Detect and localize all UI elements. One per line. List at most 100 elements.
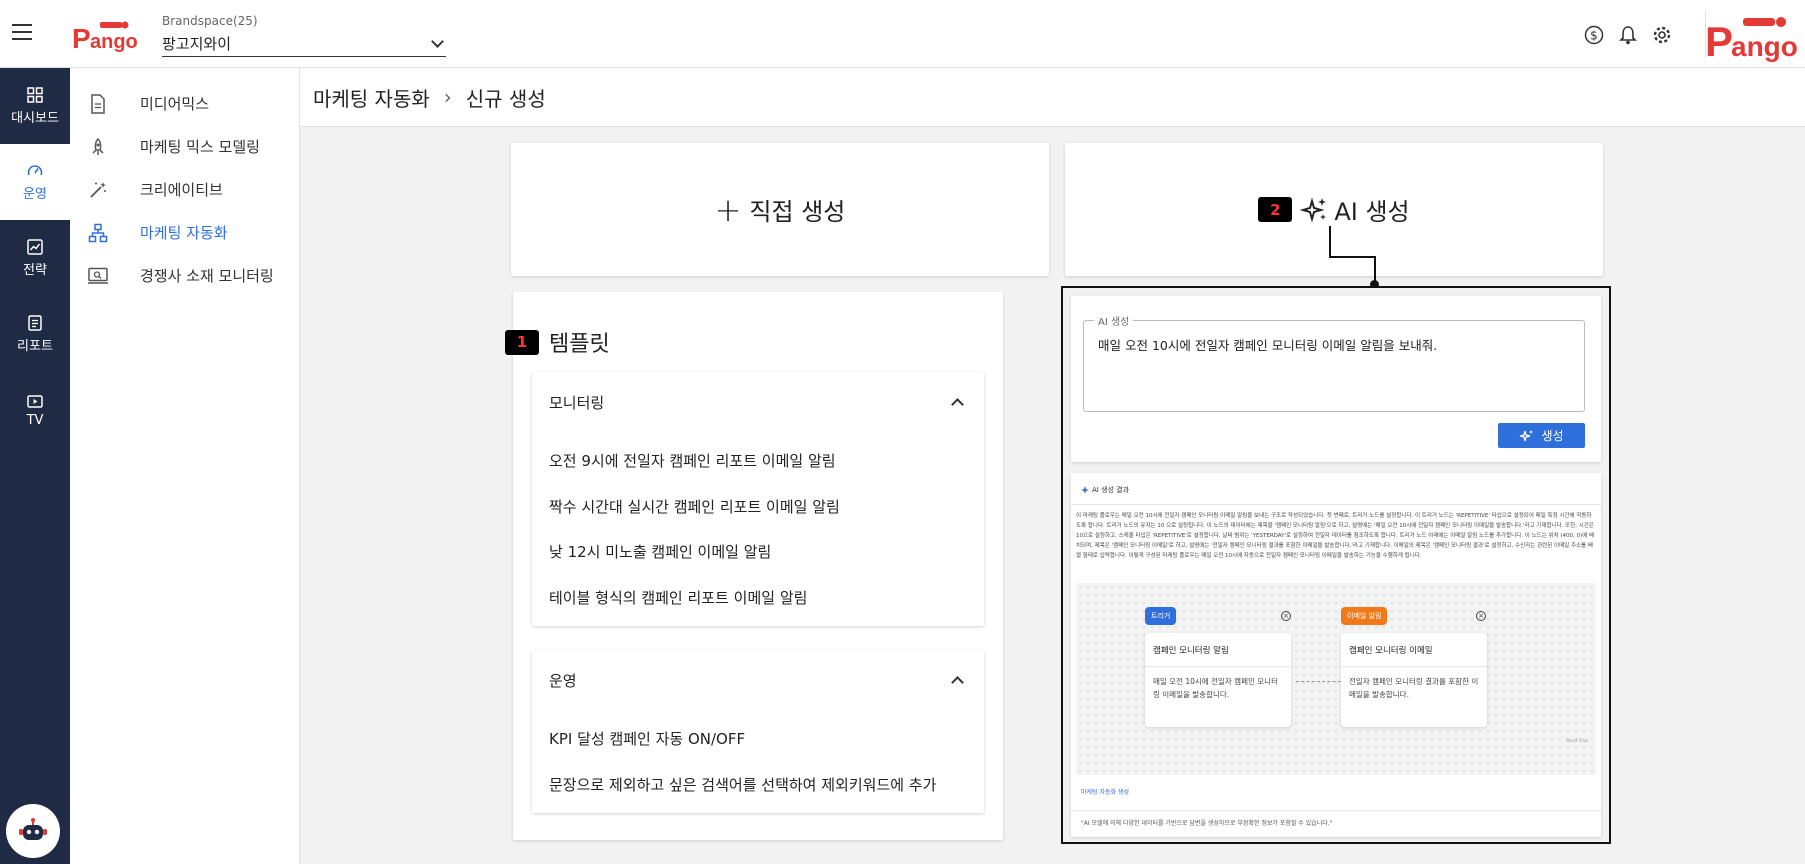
template-item[interactable]: 테이블 형식의 캠페인 리포트 이메일 알림 — [532, 575, 984, 621]
rail-label: 운영 — [23, 186, 47, 202]
template-section-monitoring: 모니터링 오전 9시에 전일자 캠페인 리포트 이메일 알림 짝수 시간대 실시… — [532, 372, 984, 626]
template-item[interactable]: 오전 9시에 전일자 캠페인 리포트 이메일 알림 — [532, 438, 984, 484]
brandspace-value: 팡고지와이 — [162, 35, 232, 53]
node-description: 전일자 캠페인 모니터링 결과를 포함한 이메일을 발송합니다. — [1349, 677, 1479, 699]
annotation-badge: 1 — [505, 329, 539, 355]
tv-icon — [27, 394, 43, 408]
hierarchy-icon — [86, 221, 110, 245]
sparkle-icon — [1081, 486, 1089, 494]
top-bar: P ango Brandspace(25) 팡고지와이 $ P ango — [0, 0, 1805, 68]
flow-edge — [1296, 681, 1346, 682]
brandspace-label: Brandspace(25) — [162, 14, 258, 28]
create-direct-label: 직접 생성 — [749, 198, 846, 226]
subnav-item-marketing-automation[interactable]: 마케팅 자동화 — [70, 211, 299, 254]
sparkle-icon — [1300, 196, 1327, 223]
report-icon — [28, 314, 42, 331]
flow-node-email[interactable]: 캠페인 모니터링 이메일 전일자 캠페인 모니터링 결과를 포함한 이메일을 발… — [1341, 633, 1487, 727]
subnav-item-creative[interactable]: 크리에이티브 — [70, 168, 299, 211]
email-chip: 이메일 알림 — [1341, 607, 1388, 625]
speedometer-icon — [27, 164, 43, 175]
subnav-label: 경쟁사 소재 모니터링 — [140, 267, 274, 285]
trigger-chip: 트리거 — [1145, 607, 1177, 625]
svg-text:P: P — [72, 23, 91, 54]
svg-text:ango: ango — [90, 31, 138, 53]
ai-result-description: 이 마케팅 플로우는 매일 오전 10시에 전일자 캠페인 모니터링 이메일 알… — [1076, 513, 1595, 559]
ai-prompt-label: AI 생성 — [1094, 313, 1134, 328]
generate-button[interactable]: 생성 — [1498, 423, 1585, 448]
flow-canvas[interactable]: 트리거 × 캠페인 모니터링 알림 매일 오전 10시에 전일자 캠페인 모니터… — [1076, 583, 1596, 775]
ai-prompt-value[interactable]: 매일 오전 10시에 전일자 캠페인 모니터링 이메일 알림을 보내줘. — [1098, 335, 1437, 354]
template-item[interactable]: KPI 달성 캠페인 자동 ON/OFF — [532, 716, 984, 762]
chatbot-button[interactable] — [6, 804, 60, 858]
ai-result-title: AI 생성 결과 — [1092, 486, 1130, 494]
svg-text:ango: ango — [1731, 31, 1798, 62]
node-title: 캠페인 모니터링 알림 — [1145, 633, 1291, 667]
main-nav-rail: 대시보드 운영 전략 리포트 TV — [0, 68, 70, 864]
subnav-item-media-mix[interactable]: 미디어믹스 — [70, 82, 299, 125]
dashboard-icon — [27, 86, 43, 103]
monitor-icon — [86, 264, 110, 288]
subnav-item-mmm[interactable]: 마케팅 믹스 모델링 — [70, 125, 299, 168]
section-title: 모니터링 — [549, 393, 605, 412]
annotation-connector — [1329, 256, 1375, 258]
create-direct-card[interactable]: + 직접 생성 — [511, 143, 1049, 276]
rail-label: 대시보드 — [11, 110, 59, 126]
template-title: 템플릿 — [549, 332, 610, 357]
dollar-icon[interactable]: $ — [1583, 24, 1605, 46]
close-icon[interactable]: × — [1281, 611, 1291, 621]
create-automation-link[interactable]: 마케팅 자동화 생성 — [1081, 787, 1129, 796]
rail-item-tv[interactable]: TV — [0, 372, 70, 448]
subnav-label: 크리에이티브 — [140, 181, 223, 199]
sub-nav: 미디어믹스 마케팅 믹스 모델링 크리에이티브 마케팅 자동화 경쟁사 소재 모… — [70, 68, 300, 864]
svg-text:P: P — [1705, 18, 1733, 64]
flow-node-trigger[interactable]: 캠페인 모니터링 알림 매일 오전 10시에 전일자 캠페인 모니터링 이메일을… — [1145, 633, 1291, 727]
ai-result-heading: AI 생성 결과 — [1081, 485, 1129, 495]
close-icon[interactable]: × — [1476, 611, 1486, 621]
chart-icon — [27, 238, 43, 255]
menu-icon[interactable] — [12, 24, 32, 42]
annotation-badge: 2 — [1258, 197, 1293, 222]
document-icon — [86, 92, 110, 116]
subnav-item-competitor-monitoring[interactable]: 경쟁사 소재 모니터링 — [70, 254, 299, 297]
breadcrumb-parent[interactable]: 마케팅 자동화 — [313, 83, 430, 112]
subnav-label: 마케팅 믹스 모델링 — [140, 138, 260, 156]
generate-label: 생성 — [1541, 429, 1564, 443]
canvas-attribution: React Flow — [1566, 738, 1588, 743]
annotation-connector — [1329, 226, 1331, 258]
create-ai-label: AI 생성 — [1334, 198, 1410, 226]
subnav-label: 마케팅 자동화 — [140, 224, 228, 242]
rail-item-report[interactable]: 리포트 — [0, 296, 70, 372]
brandspace-dropdown[interactable]: 팡고지와이 — [162, 31, 446, 57]
rail-item-operation[interactable]: 운영 — [0, 144, 70, 220]
gear-icon[interactable] — [1651, 24, 1673, 46]
chevron-up-icon[interactable] — [951, 398, 964, 411]
node-title: 캠페인 모니터링 이메일 — [1341, 633, 1487, 667]
svg-text:$: $ — [1590, 29, 1598, 43]
breadcrumb-current: 신규 생성 — [465, 86, 546, 111]
section-title: 운영 — [549, 671, 577, 690]
bell-icon[interactable] — [1617, 24, 1639, 46]
ai-prompt-field[interactable]: AI 생성 매일 오전 10시에 전일자 캠페인 모니터링 이메일 알림을 보내… — [1083, 313, 1585, 412]
ai-generation-panel: AI 생성 매일 오전 10시에 전일자 캠페인 모니터링 이메일 알림을 보내… — [1061, 286, 1611, 844]
robot-icon — [19, 818, 47, 840]
plus-icon: + — [714, 190, 742, 229]
brandspace-selector[interactable]: Brandspace(25) 팡고지와이 — [162, 14, 446, 57]
rail-item-strategy[interactable]: 전략 — [0, 220, 70, 296]
ai-disclaimer: "AI 모델에 의해 다양한 데이터를 기반으로 답변을 생성하므로 부정확한 … — [1081, 820, 1333, 827]
node-description: 매일 오전 10시에 전일자 캠페인 모니터링 이메일을 발송합니다. — [1153, 677, 1278, 699]
ai-result-card: AI 생성 결과 이 마케팅 플로우는 매일 오전 10시에 전일자 캠페인 모… — [1071, 473, 1601, 837]
pango-logo[interactable]: P ango — [70, 14, 140, 54]
template-item[interactable]: 낮 12시 미노출 캠페인 이메일 알림 — [532, 529, 984, 575]
template-section-operation: 운영 KPI 달성 캠페인 자동 ON/OFF 문장으로 제외하고 싶은 검색어… — [532, 650, 984, 813]
chevron-up-icon[interactable] — [951, 676, 964, 689]
section-header[interactable]: 운영 — [532, 650, 984, 710]
rocket-icon — [86, 135, 110, 159]
rail-label: TV — [26, 412, 44, 428]
section-header[interactable]: 모니터링 — [532, 372, 984, 432]
rail-label: 리포트 — [17, 338, 53, 354]
template-item[interactable]: 짝수 시간대 실시간 캠페인 리포트 이메일 알림 — [532, 484, 984, 530]
pango-logo-large: P ango — [1705, 17, 1798, 64]
template-item[interactable]: 문장으로 제외하고 싶은 검색어를 선택하여 제외키워드에 추가 — [532, 762, 984, 808]
rail-item-dashboard[interactable]: 대시보드 — [0, 68, 70, 144]
chevron-down-icon — [431, 34, 444, 48]
